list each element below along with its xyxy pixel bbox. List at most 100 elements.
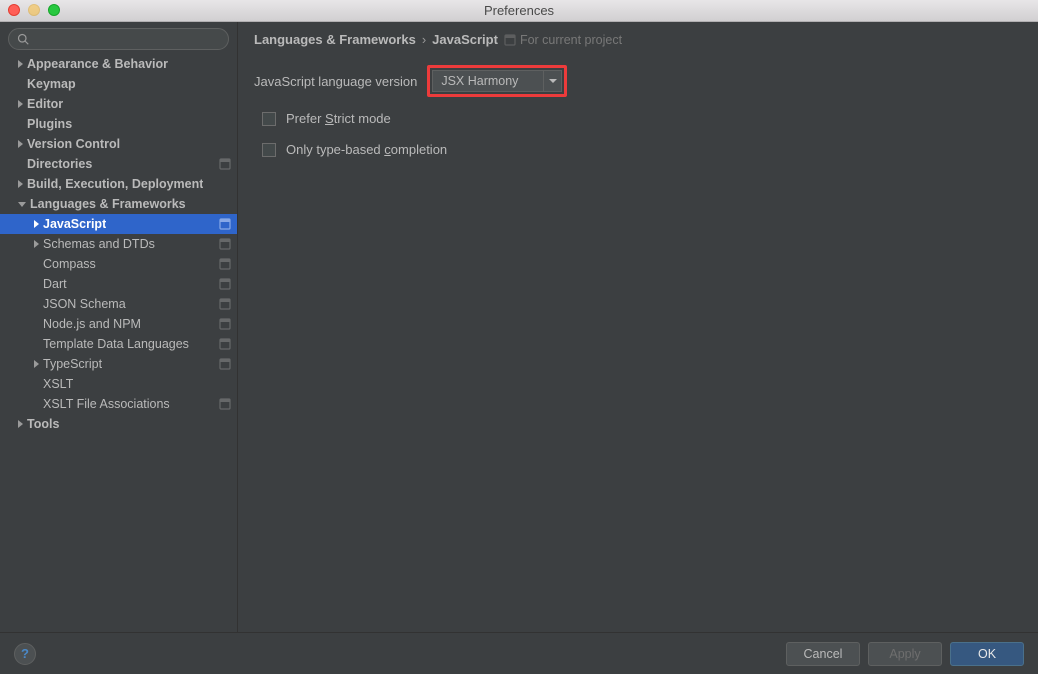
chevron-right-icon[interactable] (34, 220, 39, 228)
help-button[interactable]: ? (14, 643, 36, 665)
tree-item-label: Schemas and DTDs (43, 237, 155, 251)
tree-item[interactable]: Keymap (0, 74, 237, 94)
tree-item[interactable]: Compass (0, 254, 237, 274)
preferences-tree: Appearance & Behavior Keymap Editor Plugins… (0, 54, 237, 632)
chevron-down-icon[interactable] (18, 202, 26, 207)
search-icon (17, 33, 29, 45)
chevron-right-icon[interactable] (18, 60, 23, 68)
arrow-placeholder (34, 260, 39, 268)
chevron-right-icon[interactable] (34, 240, 39, 248)
tree-item[interactable]: Languages & Frameworks (0, 194, 237, 214)
arrow-placeholder (34, 340, 39, 348)
project-scope-icon (219, 398, 231, 410)
tree-item-label: JavaScript (43, 217, 106, 231)
window-controls (8, 4, 60, 16)
tree-item-label: Version Control (27, 137, 120, 151)
tree-item-label: XSLT File Associations (43, 397, 170, 411)
titlebar: Preferences (0, 0, 1038, 22)
tree-item[interactable]: Directories (0, 154, 237, 174)
only-type-completion-checkbox[interactable] (262, 143, 276, 157)
tree-item-label: Editor (27, 97, 63, 111)
minimize-window-button[interactable] (28, 4, 40, 16)
tree-item[interactable]: Schemas and DTDs (0, 234, 237, 254)
only-type-completion-row[interactable]: Only type-based completion (262, 142, 1022, 157)
project-scope-icon (219, 238, 231, 250)
tree-item-label: Dart (43, 277, 67, 291)
tree-item[interactable]: Template Data Languages (0, 334, 237, 354)
tree-item-label: Node.js and NPM (43, 317, 141, 331)
tree-item[interactable]: Dart (0, 274, 237, 294)
project-scope-icon (219, 218, 231, 230)
project-scope-icon (219, 278, 231, 290)
breadcrumb: Languages & Frameworks › JavaScript For … (254, 32, 1022, 47)
project-scope-icon (504, 34, 516, 46)
tree-item[interactable]: JavaScript (0, 214, 237, 234)
project-scope-hint: For current project (504, 33, 622, 47)
preferences-main-panel: Languages & Frameworks › JavaScript For … (238, 22, 1038, 632)
breadcrumb-separator: › (422, 32, 426, 47)
search-box[interactable] (8, 28, 229, 50)
tree-item-label: Appearance & Behavior (27, 57, 168, 71)
arrow-placeholder (34, 380, 39, 388)
dropdown-toggle-button[interactable] (543, 71, 561, 91)
project-scope-icon (219, 298, 231, 310)
tree-item-label: Build, Execution, Deployment (27, 177, 203, 191)
tree-item[interactable]: Node.js and NPM (0, 314, 237, 334)
tree-item-label: TypeScript (43, 357, 102, 371)
cancel-button[interactable]: Cancel (786, 642, 860, 666)
tree-item-label: JSON Schema (43, 297, 126, 311)
tree-item[interactable]: Editor (0, 94, 237, 114)
chevron-right-icon[interactable] (34, 360, 39, 368)
breadcrumb-seg-1: Languages & Frameworks (254, 32, 416, 47)
tree-item-label: Tools (27, 417, 59, 431)
project-scope-icon (219, 318, 231, 330)
tree-item-label: XSLT (43, 377, 73, 391)
chevron-right-icon[interactable] (18, 140, 23, 148)
zoom-window-button[interactable] (48, 4, 60, 16)
tree-item[interactable]: JSON Schema (0, 294, 237, 314)
close-window-button[interactable] (8, 4, 20, 16)
breadcrumb-seg-2: JavaScript (432, 32, 498, 47)
tree-item-label: Plugins (27, 117, 72, 131)
lang-version-label: JavaScript language version (254, 74, 417, 89)
prefer-strict-row[interactable]: Prefer Strict mode (262, 111, 1022, 126)
arrow-placeholder (34, 300, 39, 308)
tree-item[interactable]: Version Control (0, 134, 237, 154)
ok-button[interactable]: OK (950, 642, 1024, 666)
tree-item[interactable]: Tools (0, 414, 237, 434)
apply-button[interactable]: Apply (868, 642, 942, 666)
tree-item[interactable]: XSLT File Associations (0, 394, 237, 414)
tree-item[interactable]: XSLT (0, 374, 237, 394)
dialog-footer: ? Cancel Apply OK (0, 632, 1038, 674)
arrow-placeholder (34, 320, 39, 328)
project-scope-icon (219, 158, 231, 170)
arrow-placeholder (34, 400, 39, 408)
tree-item[interactable]: TypeScript (0, 354, 237, 374)
arrow-placeholder (18, 120, 23, 128)
tree-item-label: Compass (43, 257, 96, 271)
tree-item-label: Directories (27, 157, 92, 171)
search-input[interactable] (33, 32, 220, 46)
prefer-strict-checkbox[interactable] (262, 112, 276, 126)
lang-version-highlight: JSX Harmony (427, 65, 567, 97)
arrow-placeholder (18, 160, 23, 168)
tree-item-label: Keymap (27, 77, 76, 91)
tree-item[interactable]: Appearance & Behavior (0, 54, 237, 74)
window-title: Preferences (0, 3, 1038, 18)
project-scope-icon (219, 358, 231, 370)
tree-item[interactable]: Plugins (0, 114, 237, 134)
only-type-completion-label: Only type-based completion (286, 142, 447, 157)
project-scope-icon (219, 258, 231, 270)
chevron-right-icon[interactable] (18, 420, 23, 428)
arrow-placeholder (34, 280, 39, 288)
lang-version-dropdown[interactable]: JSX Harmony (432, 70, 562, 92)
tree-item[interactable]: Build, Execution, Deployment (0, 174, 237, 194)
chevron-down-icon (549, 79, 557, 83)
prefer-strict-label: Prefer Strict mode (286, 111, 391, 126)
chevron-right-icon[interactable] (18, 100, 23, 108)
arrow-placeholder (18, 80, 23, 88)
tree-item-label: Template Data Languages (43, 337, 189, 351)
chevron-right-icon[interactable] (18, 180, 23, 188)
project-scope-icon (219, 338, 231, 350)
lang-version-value: JSX Harmony (433, 74, 543, 88)
